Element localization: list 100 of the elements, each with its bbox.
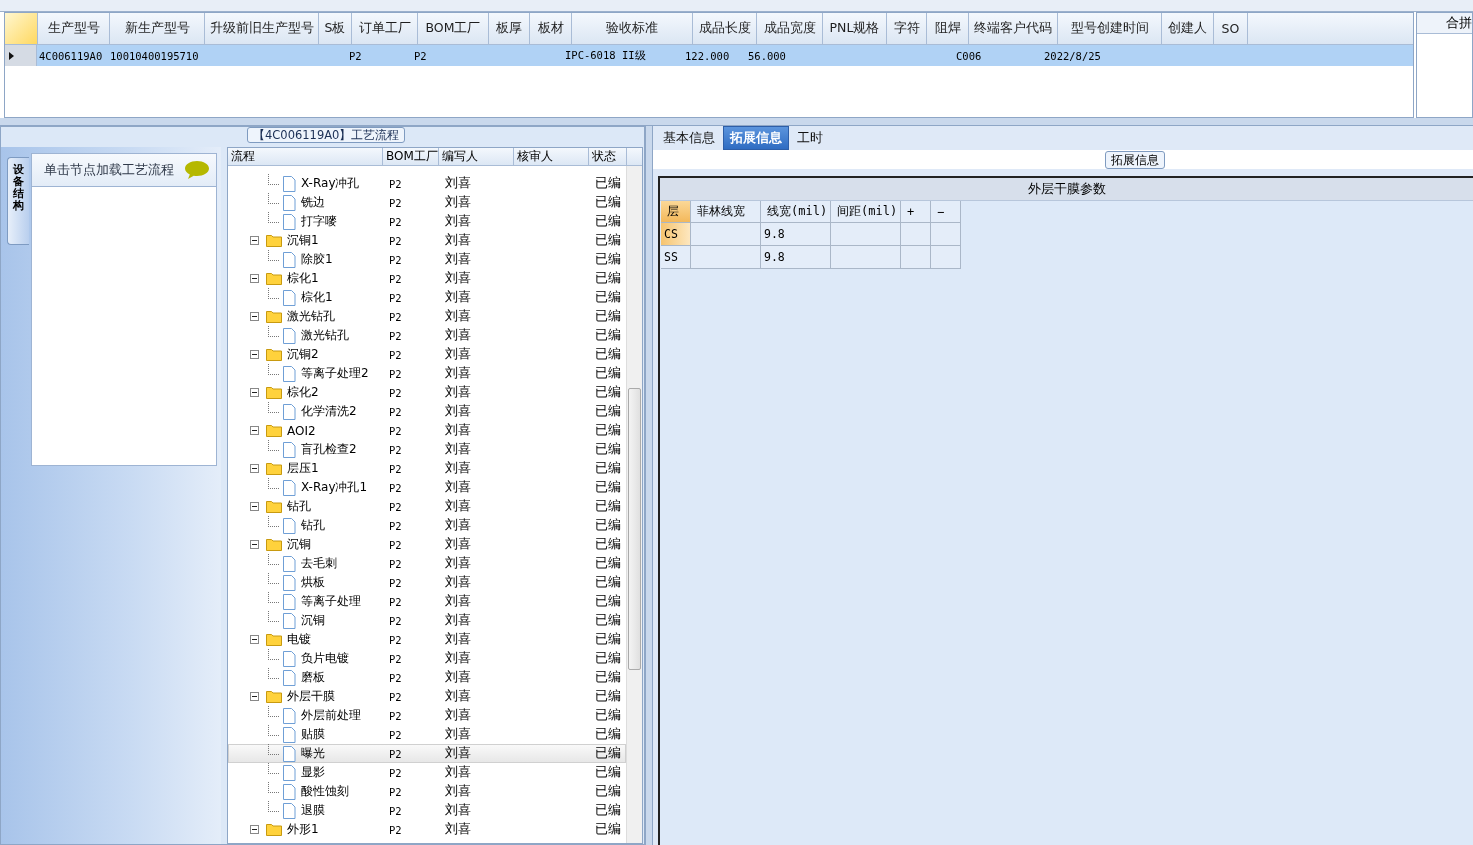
tree-row[interactable]: 沉铜 P2 刘喜 已编 [228, 611, 626, 630]
table-cell-text: 56.000 [747, 48, 787, 64]
row-header[interactable]: SS [661, 246, 691, 269]
tree-row[interactable]: 棕化1 P2 刘喜 已编 [228, 269, 626, 288]
tree-row[interactable]: 退膜 P2 刘喜 已编 [228, 801, 626, 820]
tree-row[interactable]: 棕化2 P2 刘喜 已编 [228, 383, 626, 402]
tree-row[interactable]: 化学清洗2 P2 刘喜 已编 [228, 402, 626, 421]
column-header[interactable]: 间距(mil) [831, 201, 901, 223]
row-header[interactable] [5, 45, 37, 66]
tree-row[interactable]: 显影 P2 刘喜 已编 [228, 763, 626, 782]
collapse-toggle-icon[interactable] [250, 426, 259, 435]
column-header[interactable]: BOM工厂 [383, 148, 439, 165]
tree-row[interactable]: 激光钻孔 P2 刘喜 已编 [228, 326, 626, 345]
tree-row[interactable]: 除胶1 P2 刘喜 已编 [228, 250, 626, 269]
tree-row[interactable]: 打字嘜 P2 刘喜 已编 [228, 212, 626, 231]
table-cell-text: 已编 [594, 725, 622, 743]
column-header[interactable]: 升级前旧生产型号 [205, 13, 319, 44]
table-cell-text: P2 [388, 518, 403, 534]
tab[interactable]: 拓展信息 [723, 126, 789, 150]
tree-row[interactable]: 外形1 P2 刘喜 已编 [228, 820, 626, 839]
column-header[interactable]: 线宽(mil) [761, 201, 831, 223]
tree-row[interactable]: 去毛刺 P2 刘喜 已编 [228, 554, 626, 573]
column-header[interactable]: 型号创建时间 [1058, 13, 1162, 44]
column-header[interactable]: 生产型号 [38, 13, 110, 44]
grid-row[interactable]: 4C006119A0 10010400195710 P2 P2 IPC-6018 II级 122.000 56.000 C006 2022/8/25 [5, 45, 1413, 66]
collapse-toggle-icon[interactable] [250, 825, 259, 834]
collapse-toggle-icon[interactable] [250, 464, 259, 473]
column-header[interactable]: + [901, 201, 931, 223]
scrollbar-thumb[interactable] [628, 388, 641, 670]
column-header[interactable]: 新生产型号 [110, 13, 205, 44]
tree-row[interactable]: 钻孔 P2 刘喜 已编 [228, 516, 626, 535]
table-cell-text: P2 [388, 347, 403, 363]
scrollbar[interactable] [626, 166, 642, 843]
tree-row[interactable]: 铣边 P2 刘喜 已编 [228, 193, 626, 212]
collapse-toggle-icon[interactable] [250, 312, 259, 321]
column-header[interactable]: 板材 [530, 13, 572, 44]
column-header[interactable]: S板 [319, 13, 352, 44]
tree-row[interactable]: 沉铜1 P2 刘喜 已编 [228, 231, 626, 250]
column-header[interactable]: PNL规格 [823, 13, 887, 44]
collapse-toggle-icon[interactable] [250, 236, 259, 245]
column-header[interactable]: − [931, 201, 961, 223]
column-header[interactable]: 层 [661, 201, 691, 223]
tab[interactable]: 基本信息 [657, 126, 721, 150]
column-header[interactable]: 板厚 [489, 13, 530, 44]
collapse-toggle-icon[interactable] [250, 540, 259, 549]
column-header[interactable]: 合拼 [1417, 13, 1472, 34]
collapse-toggle-icon[interactable] [250, 388, 259, 397]
table-cell-text: 已编 [594, 459, 622, 477]
tree-row[interactable]: 曝光 P2 刘喜 已编 [228, 744, 626, 763]
tree-row[interactable]: 盲孔检查2 P2 刘喜 已编 [228, 440, 626, 459]
tree-row[interactable]: X-Ray冲孔1 P2 刘喜 已编 [228, 478, 626, 497]
collapse-toggle-icon[interactable] [250, 350, 259, 359]
collapse-toggle-icon[interactable] [250, 635, 259, 644]
tree-row[interactable]: 等离子处理2 P2 刘喜 已编 [228, 364, 626, 383]
column-header[interactable]: 阻焊 [927, 13, 969, 44]
tree-row[interactable]: 贴膜 P2 刘喜 已编 [228, 725, 626, 744]
tree-row[interactable]: 钻孔 P2 刘喜 已编 [228, 497, 626, 516]
column-header[interactable]: 字符 [887, 13, 927, 44]
column-header[interactable]: 核审人 [514, 148, 589, 165]
tree-row[interactable]: 外层干膜 P2 刘喜 已编 [228, 687, 626, 706]
collapse-toggle-icon[interactable] [250, 502, 259, 511]
column-header[interactable]: 创建人 [1162, 13, 1214, 44]
tree-row[interactable]: 酸性蚀刻 P2 刘喜 已编 [228, 782, 626, 801]
tree-row[interactable]: 层压1 P2 刘喜 已编 [228, 459, 626, 478]
column-header[interactable]: 状态 [589, 148, 627, 165]
side-tab[interactable]: 设备结构 [7, 157, 29, 245]
table-cell-text: P2 [388, 727, 403, 743]
column-header[interactable]: 验收标准 [572, 13, 693, 44]
table-cell-text: 已编 [594, 820, 622, 838]
collapse-toggle-icon[interactable] [250, 692, 259, 701]
column-header[interactable]: 流程 [228, 148, 383, 165]
tree-node-label: 酸性蚀刻 [301, 783, 349, 800]
column-header[interactable]: 菲林线宽 [691, 201, 761, 223]
column-header[interactable]: 编写人 [439, 148, 514, 165]
document-icon [282, 403, 296, 420]
tree-row[interactable]: 棕化1 P2 刘喜 已编 [228, 288, 626, 307]
tree-row[interactable]: 外层前处理 P2 刘喜 已编 [228, 706, 626, 725]
table-cell-text: 刘喜 [444, 611, 472, 629]
tree-row[interactable]: 烘板 P2 刘喜 已编 [228, 573, 626, 592]
column-header[interactable]: 成品长度 [693, 13, 757, 44]
column-header[interactable]: 订单工厂 [352, 13, 418, 44]
column-header[interactable]: 成品宽度 [757, 13, 823, 44]
tree-row[interactable]: 负片电镀 P2 刘喜 已编 [228, 649, 626, 668]
tree-row[interactable]: 沉铜2 P2 刘喜 已编 [228, 345, 626, 364]
row-header[interactable]: CS [661, 223, 691, 246]
table-cell-text: P2 [388, 385, 403, 401]
tree-row[interactable]: 等离子处理 P2 刘喜 已编 [228, 592, 626, 611]
tree-row[interactable]: 激光钻孔 P2 刘喜 已编 [228, 307, 626, 326]
tree-row[interactable]: 电镀 P2 刘喜 已编 [228, 630, 626, 649]
tree-row[interactable]: 沉铜 P2 刘喜 已编 [228, 535, 626, 554]
column-header[interactable]: SO [1214, 13, 1248, 44]
tree-node-label: 外层干膜 [287, 688, 335, 705]
tree-row[interactable]: X-Ray冲孔 P2 刘喜 已编 [228, 174, 626, 193]
tab[interactable]: 工时 [791, 126, 829, 150]
collapse-toggle-icon[interactable] [250, 274, 259, 283]
column-header[interactable]: BOM工厂 [418, 13, 489, 44]
tree-row[interactable]: 磨板 P2 刘喜 已编 [228, 668, 626, 687]
tree-row[interactable]: AOI2 P2 刘喜 已编 [228, 421, 626, 440]
tree-node-label: 电镀 [287, 631, 311, 648]
column-header[interactable]: 终端客户代码 [969, 13, 1058, 44]
